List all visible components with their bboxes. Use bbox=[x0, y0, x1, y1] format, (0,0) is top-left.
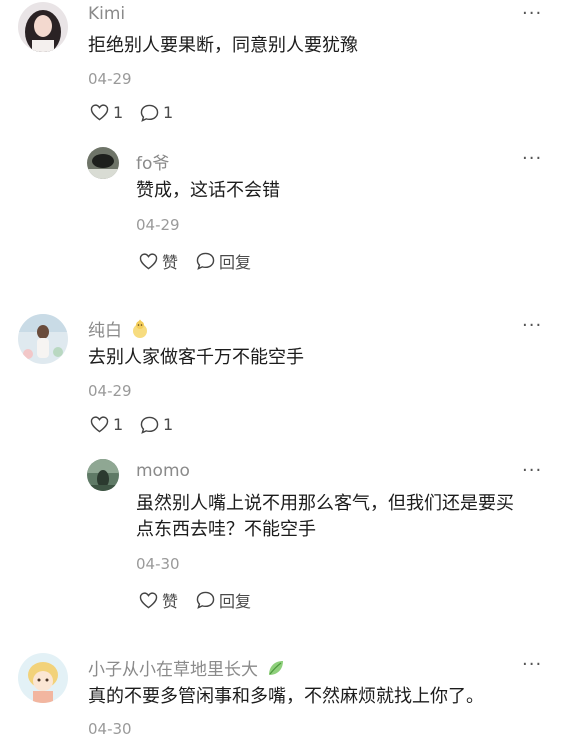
leaf-badge-icon bbox=[267, 659, 285, 682]
avatar[interactable] bbox=[18, 653, 68, 703]
comment-author-name[interactable]: 小子从小在草地里长大 bbox=[88, 660, 258, 680]
comment-author: 小子从小在草地里长大 bbox=[88, 655, 285, 682]
more-options-button[interactable]: ··· bbox=[522, 654, 542, 675]
comment-text: 真的不要多管闲事和多嘴，不然麻烦就找上你了。 bbox=[88, 686, 484, 707]
comment-date: 04-30 bbox=[88, 720, 132, 738]
comment-item: 小子从小在草地里长大 ··· 真的不要多管闲事和多嘴，不然麻烦就找上你了。 04… bbox=[0, 0, 568, 738]
